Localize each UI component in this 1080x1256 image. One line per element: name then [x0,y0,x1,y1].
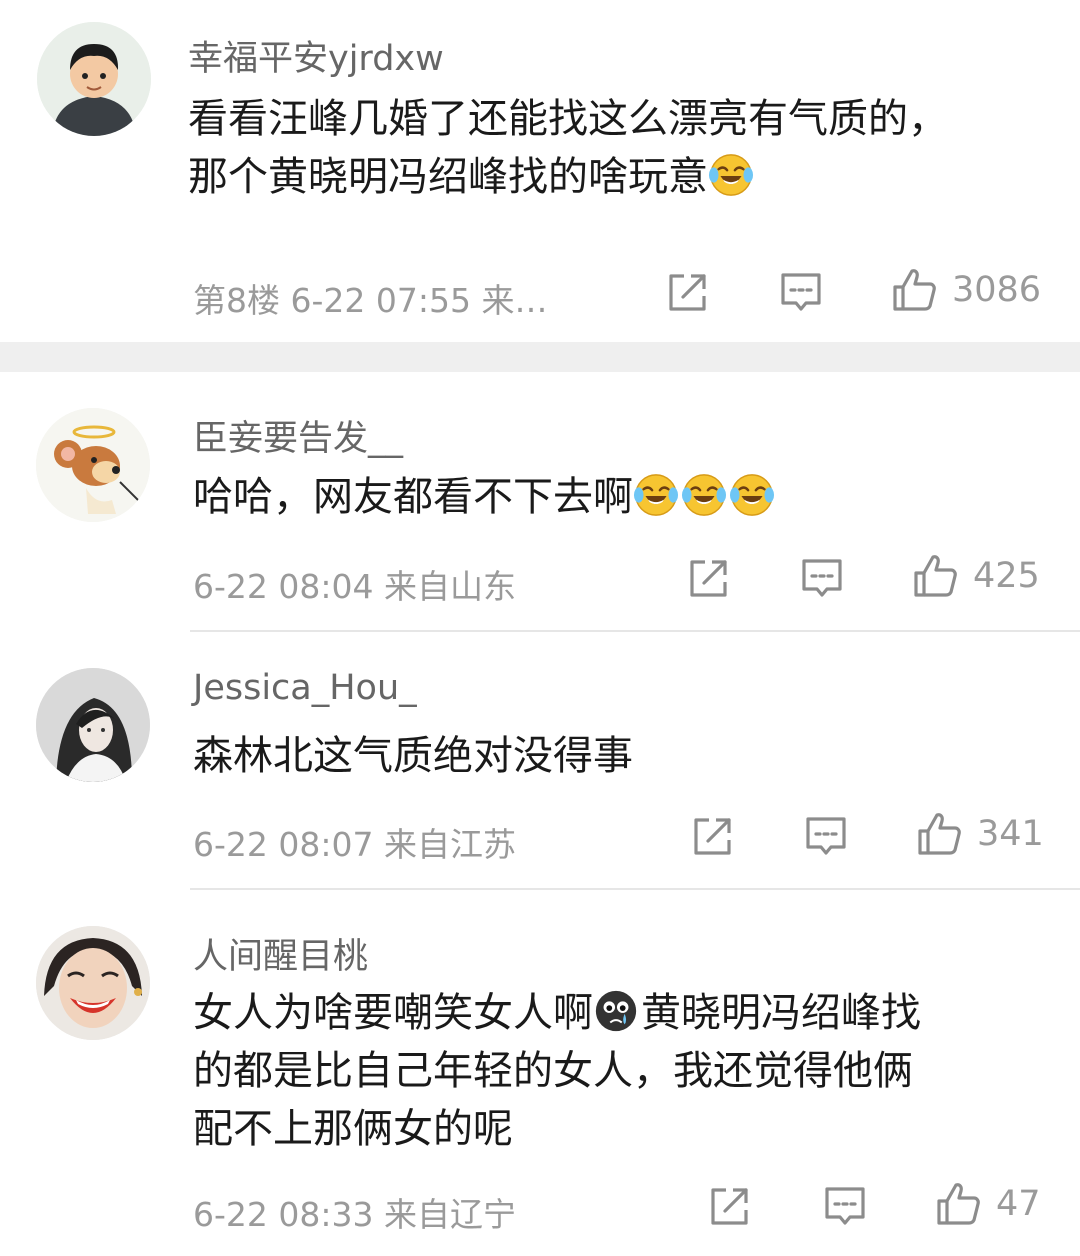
username[interactable]: 臣妾要告发__ [193,410,403,461]
comment-text: 看看汪峰几婚了还能找这么漂亮有气质的， 那个黄晓明冯绍峰找的啥玩意 [188,90,1038,206]
comment-text-line: 看看汪峰几婚了还能找这么漂亮有气质的， [188,96,948,142]
repost-icon [664,268,712,316]
laugh-cry-emoji-icon [633,472,679,518]
comment-text-line: 哈哈，网友都看不下去啊 [193,468,1043,526]
comment-text-segment: 哈哈，网友都看不下去啊 [193,474,633,520]
reply-button[interactable] [802,812,850,860]
username[interactable]: 幸福平安yjrdxw [188,30,444,81]
section-separator [0,342,1080,372]
laugh-cry-emoji-icon [681,472,727,518]
repost-button[interactable] [664,268,712,316]
repost-button[interactable] [685,554,733,602]
comment-icon [802,812,850,860]
bw-woman-photo-avatar-icon [36,668,150,782]
cartoon-mouse-angel-avatar-icon [36,408,150,522]
smiling-woman-avatar-icon [36,926,150,1040]
repost-icon [685,554,733,602]
laugh-cry-emoji-icon [729,472,775,518]
username[interactable]: Jessica_Hou_ [193,668,417,708]
comment-text-line: 女人为啥要嘲笑女人啊 黄晓明冯绍峰找 [193,984,1043,1042]
like-button[interactable]: 3086 [890,266,1041,314]
reply-button[interactable] [821,1182,869,1230]
black-face-crying-emoji-icon [593,988,639,1034]
repost-icon [706,1182,754,1230]
comment-icon [798,554,846,602]
repost-button[interactable] [689,812,737,860]
comment-text-segment: 黄晓明冯绍峰找 [641,990,921,1036]
reply-button[interactable] [777,268,825,316]
comment-meta: 6-22 08:04 来自山东 [193,567,516,606]
thumbs-up-icon [915,810,963,858]
laugh-cry-emoji-icon [708,152,754,198]
comment-divider [190,888,1080,890]
user-avatar[interactable] [36,668,150,782]
like-count: 47 [996,1184,1041,1224]
repost-icon [689,812,737,860]
comment-icon [777,268,825,316]
like-count: 341 [977,814,1044,854]
like-button[interactable]: 341 [915,810,1044,858]
username[interactable]: 人间醒目桃 [193,928,368,979]
reply-button[interactable] [798,554,846,602]
like-button[interactable]: 47 [934,1180,1041,1228]
user-avatar[interactable] [37,22,151,136]
user-avatar[interactable] [36,408,150,522]
thumbs-up-icon [934,1180,982,1228]
thumbs-up-icon [890,266,938,314]
comment-meta: 6-22 08:33 来自辽宁 [193,1195,516,1234]
comment-text-segment: 那个黄晓明冯绍峰找的啥玩意 [188,154,708,200]
comment-text: 森林北这气质绝对没得事 [193,727,1043,785]
user-avatar[interactable] [36,926,150,1040]
comment-divider [190,630,1080,632]
comment-text-line: 那个黄晓明冯绍峰找的啥玩意 [188,148,1038,206]
comment-text-line: 配不上那俩女的呢 [193,1106,513,1152]
comment-text-segment: 女人为啥要嘲笑女人啊 [193,990,593,1036]
comment-text: 哈哈，网友都看不下去啊 [193,468,1043,526]
comment-text-line: 的都是比自己年轻的女人，我还觉得他俩 [193,1048,913,1094]
comment-meta: 6-22 08:07 来自江苏 [193,825,516,864]
comment-meta: 第8楼 6-22 07:55 来… [193,281,548,320]
like-count: 3086 [952,270,1042,310]
thumbs-up-icon [911,552,959,600]
like-count: 425 [973,556,1040,596]
repost-button[interactable] [706,1182,754,1230]
cartoon-boy-avatar-icon [37,22,151,136]
comment-icon [821,1182,869,1230]
like-button[interactable]: 425 [911,552,1040,600]
comment-text: 女人为啥要嘲笑女人啊 黄晓明冯绍峰找 的都是比自己年轻的女人，我还觉得他俩 配不上… [193,984,1043,1158]
comment-text-line: 森林北这气质绝对没得事 [193,733,633,779]
